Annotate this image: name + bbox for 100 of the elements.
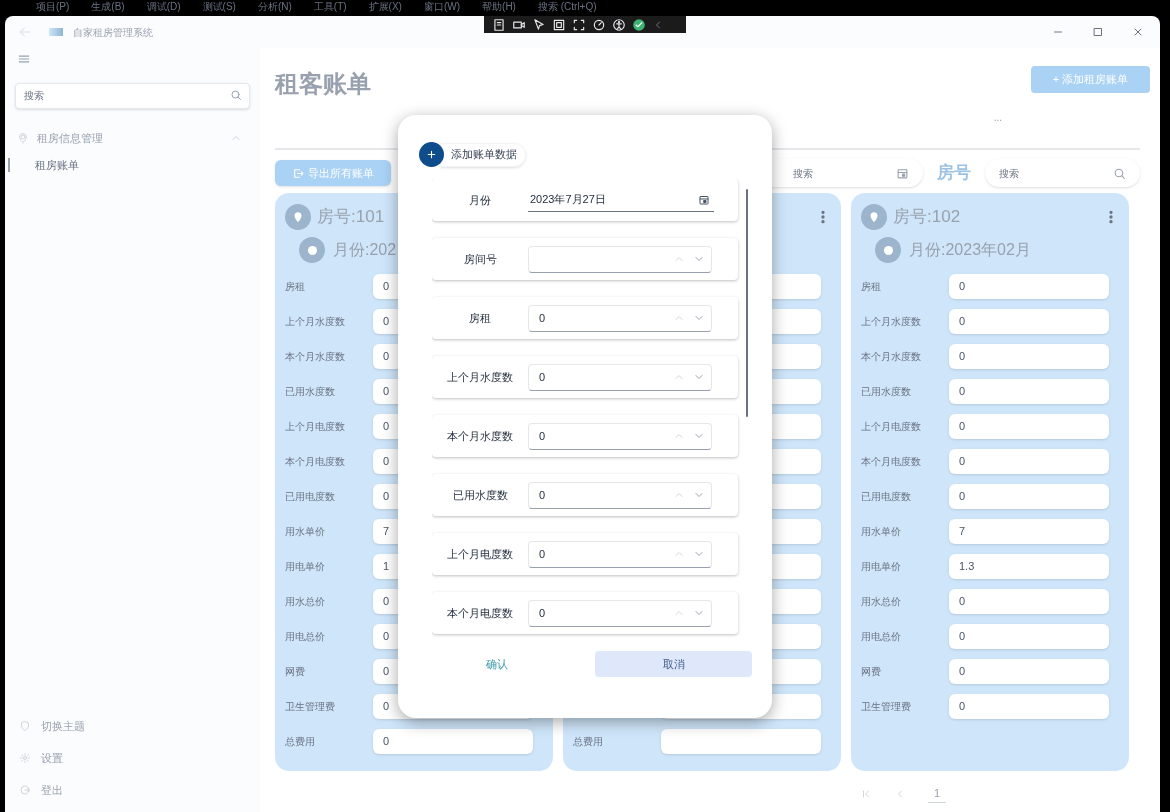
number-field[interactable]: 7 — [949, 519, 1109, 544]
field-label: 用电单价 — [285, 560, 326, 574]
add-button[interactable] — [419, 142, 444, 167]
number-field[interactable]: 0 — [949, 379, 1109, 404]
first-page-icon[interactable] — [860, 787, 872, 800]
number-field[interactable]: 0 — [949, 344, 1109, 369]
field-label: 用电总价 — [285, 630, 326, 644]
field-label: 房租 — [861, 280, 882, 294]
field-label: 房租 — [285, 280, 306, 294]
field-label: 用电总价 — [861, 630, 902, 644]
menu-item[interactable]: 窗口(W) — [423, 0, 461, 16]
number-field[interactable]: 0 — [373, 729, 533, 754]
number-field[interactable] — [661, 729, 821, 754]
field-label: 本个月水度数 — [861, 350, 922, 364]
field-label: 用水单价 — [285, 525, 326, 539]
selection-icon[interactable] — [572, 17, 586, 32]
field-label: 上个月水度数 — [285, 315, 346, 329]
menu-item[interactable]: 扩展(X) — [368, 0, 402, 16]
search-field[interactable]: 搜索 — [985, 159, 1140, 187]
confirm-button[interactable]: 确认 — [418, 651, 575, 677]
month-label: 月份:2023年02月 — [909, 240, 1031, 260]
frame-icon[interactable] — [552, 17, 566, 32]
clock-icon — [875, 237, 901, 263]
menu-item[interactable]: 生成(B) — [91, 0, 125, 16]
menu-icon[interactable] — [17, 52, 31, 66]
number-field[interactable]: 0 — [528, 540, 712, 568]
field-label: 房租 — [468, 310, 492, 326]
number-field[interactable]: 0 — [528, 481, 712, 509]
number-field[interactable] — [528, 245, 712, 273]
field-label: 用水单价 — [861, 525, 902, 539]
field-label: 网费 — [861, 665, 882, 679]
menu-item[interactable]: 调试(D) — [146, 0, 181, 16]
number-field[interactable]: 0 — [528, 304, 712, 332]
clock-icon — [299, 237, 325, 263]
field-label: 已用水度数 — [451, 487, 509, 503]
field-label: 总费用 — [285, 735, 316, 749]
close-icon[interactable] — [1132, 26, 1144, 38]
field-label: 已用水度数 — [285, 385, 336, 399]
field-label: 上个月电度数 — [446, 546, 514, 562]
menu-item[interactable]: 帮助(H) — [482, 0, 516, 16]
number-field[interactable]: 0 — [528, 422, 712, 450]
shield-icon — [19, 720, 31, 732]
field-label: 上个月电度数 — [861, 420, 922, 434]
number-field[interactable]: 0 — [528, 599, 712, 627]
menu-item[interactable]: 项目(P) — [36, 0, 70, 16]
export-icon — [292, 166, 305, 180]
number-field[interactable]: 0 — [949, 589, 1109, 614]
cursor-icon[interactable] — [532, 17, 546, 32]
menu-item[interactable]: 搜索 (Ctrl+Q) — [537, 0, 597, 16]
field-label: 已用水度数 — [861, 385, 912, 399]
room-label: 房号 — [936, 162, 972, 185]
number-field[interactable]: 0 — [949, 449, 1109, 474]
field-label: 已用电度数 — [861, 490, 912, 504]
menu-item[interactable]: 分析(N) — [257, 0, 292, 16]
number-field[interactable]: 0 — [949, 694, 1109, 719]
field-label: 本个月电度数 — [446, 605, 514, 621]
menu-item[interactable]: 测试(S) — [202, 0, 236, 16]
field-label: 本个月电度数 — [861, 455, 922, 469]
cancel-button[interactable]: 取消 — [595, 651, 752, 677]
menu-item[interactable]: 工具(T) — [313, 0, 347, 16]
window-title: 自家租房管理系统 — [73, 25, 153, 40]
field-label: 上个月水度数 — [446, 369, 514, 385]
number-field[interactable]: 0 — [949, 624, 1109, 649]
plus-icon — [425, 148, 438, 161]
field-label: 上个月水度数 — [861, 315, 922, 329]
page-title: 租客账单 — [275, 69, 372, 99]
number-field[interactable]: 0 — [949, 659, 1109, 684]
app-logo-icon — [49, 28, 63, 36]
calendar-icon — [896, 167, 909, 180]
scrollbar[interactable] — [746, 189, 748, 417]
field-label: 本个月水度数 — [446, 428, 514, 444]
field-label: 本个月水度数 — [285, 350, 346, 364]
number-field[interactable]: 0 — [528, 363, 712, 391]
field-label: 卫生管理费 — [285, 700, 336, 714]
number-field[interactable]: 1.3 — [949, 554, 1109, 579]
search-icon — [230, 89, 242, 101]
gauge-icon[interactable] — [592, 17, 606, 32]
search-field[interactable]: 搜索 — [15, 82, 250, 109]
nav-item[interactable]: 租房账单 — [8, 154, 250, 176]
field-label: 房间号 — [462, 251, 498, 267]
month-label: 月份:202 — [333, 240, 397, 260]
field-label: 上个月电度数 — [285, 420, 346, 434]
field-label: 已用电度数 — [285, 490, 336, 504]
number-field[interactable]: 0 — [949, 309, 1109, 334]
field-label: 月份 — [468, 192, 492, 208]
document-icon[interactable] — [492, 17, 506, 32]
date-field[interactable]: 2023年7月27日 — [528, 188, 714, 212]
number-field[interactable]: 0 — [949, 484, 1109, 509]
field-label: 用水总价 — [285, 595, 326, 609]
check-icon[interactable] — [632, 17, 646, 32]
maximize-icon[interactable] — [1092, 26, 1104, 38]
location-icon — [17, 132, 29, 144]
room-number: 房号:102 — [893, 206, 961, 229]
accessibility-icon[interactable] — [612, 17, 626, 32]
field-label: 本个月电度数 — [285, 455, 346, 469]
field-label: 总费用 — [573, 735, 604, 749]
number-field[interactable]: 0 — [949, 414, 1109, 439]
search-icon — [1113, 167, 1126, 180]
number-field[interactable]: 0 — [949, 274, 1109, 299]
field-label: 网费 — [285, 665, 306, 679]
